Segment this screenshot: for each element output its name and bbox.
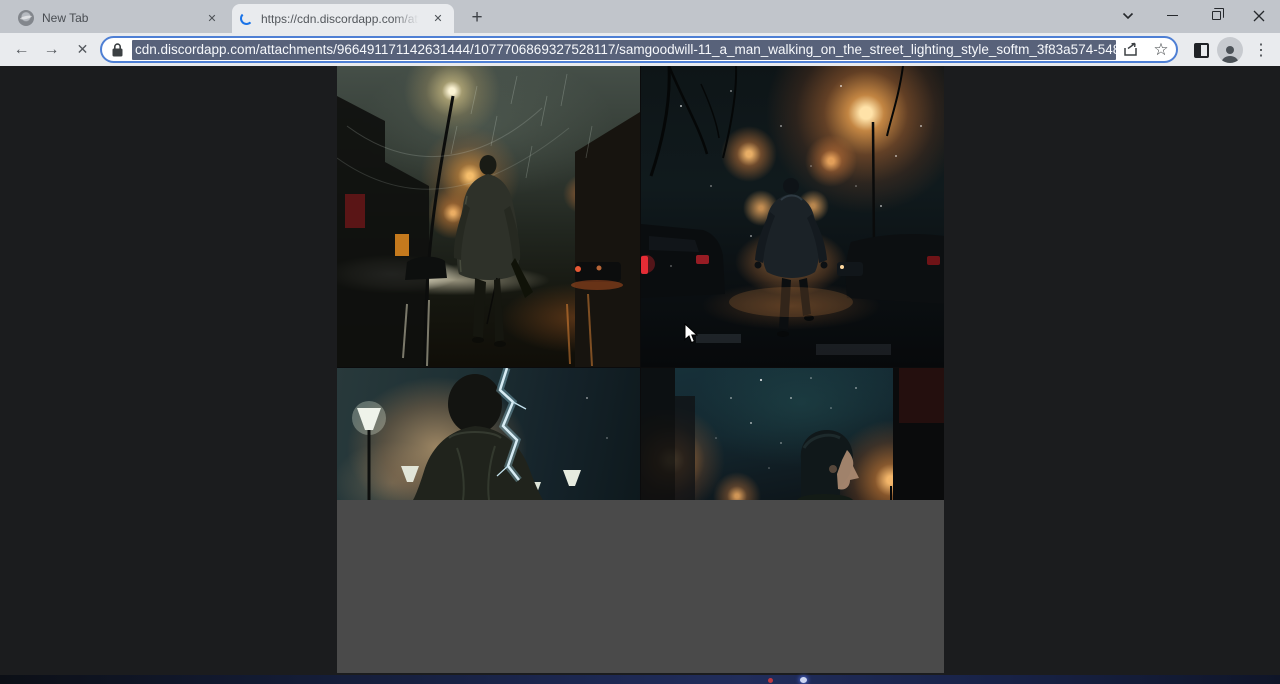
browser-window: New Tab ✕ https://cdn.discordapp.com/att… [0,0,1280,684]
bookmark-star-button[interactable]: ☆ [1146,40,1176,60]
taskbar-edge-strip [0,675,1280,684]
rain-streaks [451,74,592,178]
address-bar[interactable]: cdn.discordapp.com/attachments/966491171… [100,36,1178,63]
share-button[interactable] [1116,42,1146,57]
chevron-down-icon [1122,12,1134,20]
stop-loading-button[interactable]: ✕ [68,35,97,64]
loading-spinner-icon [240,12,253,25]
image-quadrant-1 [337,66,640,367]
taskbar-blue-dot-icon [800,677,807,683]
building-silhouette [337,96,429,367]
tab-search-button[interactable] [1108,0,1148,31]
share-icon [1123,42,1139,57]
window-close-button[interactable] [1238,0,1280,31]
restore-button[interactable] [1194,0,1238,31]
back-button[interactable]: ← [7,35,36,64]
browser-menu-button[interactable]: ⋮ [1249,36,1273,64]
new-tab-button[interactable]: + [464,5,490,31]
url-text-selected[interactable]: cdn.discordapp.com/attachments/966491171… [132,40,1116,60]
hooded-man-silhouette [413,374,543,500]
close-icon [1253,10,1265,22]
tab-new-tab[interactable]: New Tab ✕ [10,4,228,32]
minimize-button[interactable] [1150,0,1194,31]
new-tab-favicon-icon [18,10,34,26]
side-panel-icon [1194,43,1209,58]
image-loading-placeholder [337,500,944,673]
tab-discord-cdn[interactable]: https://cdn.discordapp.com/atta ✕ [232,4,454,33]
attachment-image-grid[interactable] [337,66,944,673]
man-profile-silhouette [797,430,859,500]
person-icon [1220,44,1240,63]
image-quadrant-2 [641,66,944,367]
tab-title: New Tab [42,11,196,25]
image-quadrant-4 [641,368,944,500]
mouse-cursor [684,323,698,344]
lock-icon[interactable] [102,43,132,57]
side-panel-button[interactable] [1189,38,1213,62]
tab-close-icon[interactable]: ✕ [430,11,446,27]
page-content [0,66,1280,675]
restore-icon [1212,11,1221,20]
toolbar: ← → ✕ cdn.discordapp.com/attachments/966… [0,33,1280,66]
image-quadrant-3 [337,368,640,500]
tab-close-icon[interactable]: ✕ [204,10,220,26]
forward-button[interactable]: → [37,35,66,64]
tab-strip: New Tab ✕ https://cdn.discordapp.com/att… [0,0,1280,33]
minimize-icon [1167,15,1178,17]
taskbar-red-dot-icon [768,678,773,683]
tab-title: https://cdn.discordapp.com/atta [261,12,422,26]
profile-avatar[interactable] [1217,37,1243,63]
